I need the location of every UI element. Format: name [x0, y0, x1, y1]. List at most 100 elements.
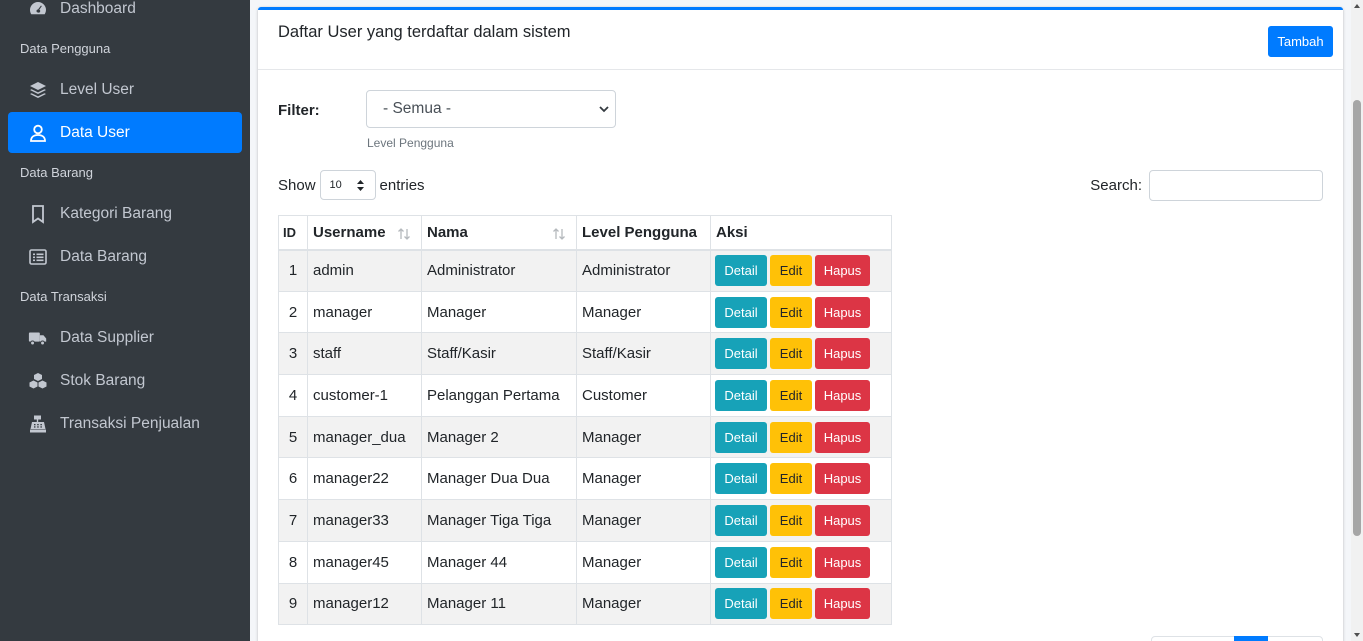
cell-username: admin: [307, 249, 422, 292]
edit-button[interactable]: Edit: [770, 546, 812, 578]
truck-icon: [27, 327, 49, 349]
cell-nama: Manager Tiga Tiga: [421, 499, 577, 542]
cell-username: manager12: [307, 582, 422, 626]
detail-button[interactable]: Detail: [715, 338, 767, 370]
detail-button[interactable]: Detail: [715, 546, 767, 578]
sidebar-item-label: Data Supplier: [60, 328, 154, 346]
search-input[interactable]: [1149, 170, 1323, 201]
delete-button[interactable]: Hapus: [815, 421, 870, 453]
sidebar-item-data-user[interactable]: Data User: [8, 112, 242, 153]
sidebar-header-pengguna: Data Pengguna: [20, 41, 111, 56]
column-header-nama[interactable]: Nama: [421, 215, 577, 251]
row-number: 3: [278, 332, 308, 376]
delete-button[interactable]: Hapus: [815, 463, 870, 495]
detail-button[interactable]: Detail: [715, 421, 767, 453]
sidebar-item-transaksi-penjualan[interactable]: Transaksi Penjualan: [8, 403, 242, 444]
row-number: 9: [278, 582, 308, 626]
edit-button[interactable]: Edit: [770, 421, 812, 453]
delete-button[interactable]: Hapus: [815, 255, 870, 287]
table-row: 2 manager Manager Manager Detail Edit Hapus: [278, 290, 892, 334]
cell-level: Manager: [576, 582, 711, 626]
page-scrollbar[interactable]: [1351, 0, 1363, 641]
detail-button[interactable]: Detail: [715, 296, 767, 328]
edit-button[interactable]: Edit: [770, 255, 812, 287]
column-header-id[interactable]: ID: [278, 215, 308, 251]
detail-button[interactable]: Detail: [715, 379, 767, 411]
cell-actions: Detail Edit Hapus: [710, 540, 892, 584]
entries-length-control: Show 10 entries: [278, 170, 425, 200]
detail-button[interactable]: Detail: [715, 588, 767, 620]
delete-button[interactable]: Hapus: [815, 296, 870, 328]
row-number: 5: [278, 415, 308, 459]
sort-icon: [398, 228, 410, 240]
edit-button[interactable]: Edit: [770, 296, 812, 328]
detail-button[interactable]: Detail: [715, 504, 767, 536]
filter-label: Filter:: [278, 102, 320, 119]
sidebar-header-barang: Data Barang: [20, 165, 93, 180]
cell-actions: Detail Edit Hapus: [710, 457, 892, 501]
cell-username: staff: [307, 332, 422, 376]
sidebar-item-level-user[interactable]: Level User: [8, 69, 242, 110]
detail-button[interactable]: Detail: [715, 255, 767, 287]
cell-nama: Manager: [421, 290, 577, 334]
table-row: 3 staff Staff/Kasir Staff/Kasir Detail Edit Ha…: [278, 332, 892, 376]
sidebar-item-dashboard[interactable]: Dashboard: [8, 0, 242, 29]
level-filter-select[interactable]: - Semua -: [366, 90, 616, 128]
scroll-down-icon[interactable]: [1353, 631, 1361, 639]
cell-actions: Detail Edit Hapus: [710, 332, 892, 376]
layers-icon: [27, 79, 49, 101]
cell-nama: Pelanggan Pertama: [421, 374, 577, 417]
table-search: Search:: [1090, 170, 1323, 201]
cell-nama: Manager Dua Dua: [421, 457, 577, 501]
cell-level: Manager: [576, 499, 711, 542]
edit-button[interactable]: Edit: [770, 504, 812, 536]
filter-hint: Level Pengguna: [367, 136, 454, 150]
sidebar-item-data-supplier[interactable]: Data Supplier: [8, 317, 242, 358]
cell-nama: Staff/Kasir: [421, 332, 577, 376]
column-header-aksi: Aksi: [710, 215, 892, 251]
delete-button[interactable]: Hapus: [815, 588, 870, 620]
user-icon: [27, 122, 49, 144]
pagination-current-page[interactable]: [1234, 636, 1268, 641]
row-number: 2: [278, 290, 308, 334]
row-number: 4: [278, 374, 308, 417]
edit-button[interactable]: Edit: [770, 463, 812, 495]
sidebar-item-label: Level User: [60, 80, 135, 98]
entries-select[interactable]: 10: [319, 170, 376, 200]
table-row: 8 manager45 Manager 44 Manager Detail Edit Hap…: [278, 540, 892, 584]
entries-value: 10: [329, 179, 342, 191]
sidebar-item-label: Transaksi Penjualan: [60, 414, 200, 432]
edit-button[interactable]: Edit: [770, 588, 812, 620]
table-row: 9 manager12 Manager 11 Manager Detail Edit Hap…: [278, 582, 892, 626]
edit-button[interactable]: Edit: [770, 379, 812, 411]
cell-level: Customer: [576, 374, 711, 417]
sidebar-item-label: Data User: [60, 123, 130, 141]
delete-button[interactable]: Hapus: [815, 546, 870, 578]
delete-button[interactable]: Hapus: [815, 504, 870, 536]
entries-label: entries: [379, 176, 425, 194]
scrollbar-thumb[interactable]: [1353, 100, 1361, 536]
cash-register-icon: [27, 413, 49, 435]
show-label: Show: [278, 176, 316, 194]
table-header-row: ID Username Nama Level Pengguna Aksi: [278, 215, 892, 251]
column-header-level[interactable]: Level Pengguna: [576, 215, 711, 251]
delete-button[interactable]: Hapus: [815, 379, 870, 411]
cell-level: Manager: [576, 457, 711, 501]
sidebar-item-label: Data Barang: [60, 247, 148, 265]
cell-level: Manager: [576, 415, 711, 459]
pagination: [1151, 636, 1323, 641]
delete-button[interactable]: Hapus: [815, 338, 870, 370]
cell-nama: Administrator: [421, 249, 577, 292]
sidebar-item-stok-barang[interactable]: Stok Barang: [8, 360, 242, 401]
cell-actions: Detail Edit Hapus: [710, 249, 892, 292]
edit-button[interactable]: Edit: [770, 338, 812, 370]
scroll-up-icon[interactable]: [1353, 2, 1361, 10]
column-header-username[interactable]: Username: [307, 215, 422, 251]
sidebar-item-kategori-barang[interactable]: Kategori Barang: [8, 193, 242, 234]
add-user-button[interactable]: Tambah: [1268, 26, 1333, 57]
chevron-down-icon: [599, 106, 609, 113]
user-list-card: Daftar User yang terdaftar dalam sistem …: [258, 7, 1343, 641]
sidebar-item-data-barang[interactable]: Data Barang: [8, 236, 242, 277]
cell-username: manager: [307, 290, 422, 334]
detail-button[interactable]: Detail: [715, 463, 767, 495]
